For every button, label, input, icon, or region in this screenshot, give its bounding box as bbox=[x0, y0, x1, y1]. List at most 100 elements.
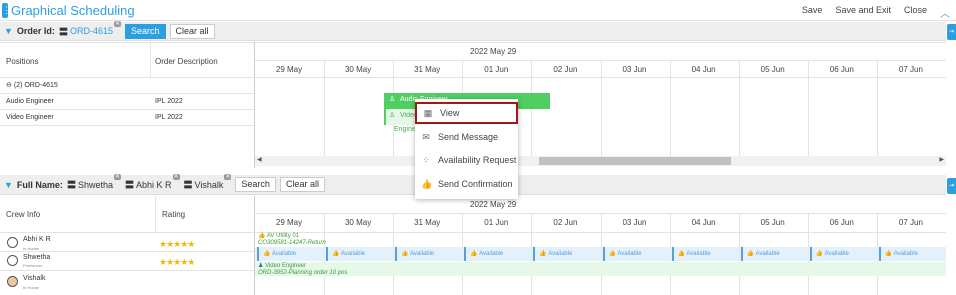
position-audio[interactable]: Audio Engineer bbox=[6, 98, 54, 105]
date-header-cell: 06 Jun bbox=[829, 65, 854, 74]
timeline-scrollbar[interactable]: ◀ ▶ bbox=[255, 156, 946, 166]
crew-name[interactable]: Vishalk bbox=[23, 275, 45, 282]
header-actions: Save Save and Exit Close ︿ bbox=[802, 5, 950, 20]
availability-cell[interactable]: 👍 Available bbox=[395, 247, 461, 261]
equals-icon: 〓 bbox=[183, 180, 193, 190]
collapse-chevron-icon[interactable]: ︿ bbox=[940, 5, 950, 20]
app-header: ⋮ Graphical Scheduling Save Save and Exi… bbox=[0, 0, 956, 21]
thumbs-up-icon: 👍 bbox=[539, 251, 549, 257]
app-menu-grip-icon[interactable]: ⋮ bbox=[2, 3, 11, 18]
chip-remove-icon[interactable]: ✕ bbox=[172, 174, 180, 180]
side-panel-toggle-icon[interactable]: ⇥ bbox=[947, 178, 956, 194]
thumbs-up-icon: 👍 bbox=[746, 251, 756, 257]
crew-name[interactable]: Abhi K R bbox=[23, 236, 51, 243]
order-clear-all-button[interactable]: Clear all bbox=[169, 23, 215, 39]
order-filter-bar: ▼ Order Id: 〓 ORD-4615 ✕ Search Clear al… bbox=[0, 20, 946, 41]
name-chip-vishalk[interactable]: 〓 Vishalk ✕ bbox=[183, 174, 232, 191]
save-button[interactable]: Save bbox=[802, 5, 823, 20]
close-button[interactable]: Close bbox=[904, 5, 927, 20]
menu-item-send-confirmation-label: Send Confirmation bbox=[438, 179, 513, 189]
order-id-chip[interactable]: 〓 ORD-4615 ✕ bbox=[59, 20, 121, 38]
rating-stars: ★★★★★ bbox=[159, 257, 195, 267]
menu-item-availability-request[interactable]: ⁘ Availability Request bbox=[415, 150, 518, 170]
avatar bbox=[7, 276, 18, 287]
assignment-row bbox=[255, 262, 946, 276]
crew-timeline-month: 2022 May 29 bbox=[470, 200, 517, 209]
position-video[interactable]: Video Engineer bbox=[6, 114, 54, 121]
menu-item-view[interactable]: ▦ View bbox=[415, 102, 518, 124]
date-header-cell: 04 Jun bbox=[691, 218, 716, 227]
thumbs-up-icon: 👍 bbox=[263, 251, 272, 257]
availability-label: Available bbox=[755, 251, 780, 257]
availability-label: Available bbox=[893, 251, 918, 257]
thumbs-up-icon: 👍 bbox=[815, 251, 825, 257]
day-gridline bbox=[600, 60, 602, 156]
availability-cell[interactable]: 👍 Available bbox=[257, 247, 323, 261]
assignment-video-engineer[interactable]: ♟ Video Engineer ORD-3952-Planning order… bbox=[258, 263, 347, 277]
crew-info-column-header: Crew Info bbox=[6, 210, 41, 219]
filter-funnel-icon: ▼ bbox=[4, 179, 13, 190]
availability-label: Available bbox=[479, 251, 504, 257]
availability-cell[interactable]: 👍 Available bbox=[740, 247, 807, 261]
order-search-button[interactable]: Search bbox=[124, 23, 166, 39]
date-header-cell: 07 Jun bbox=[898, 65, 923, 74]
crew-search-button[interactable]: Search bbox=[235, 177, 276, 192]
timeline-month: 2022 May 29 bbox=[470, 47, 517, 56]
assignment-title: 👍 AV Utility 01 bbox=[258, 233, 300, 239]
availability-label: Available bbox=[617, 251, 642, 257]
menu-item-view-label: View bbox=[440, 108, 460, 118]
scroll-right-icon[interactable]: ▶ bbox=[939, 156, 944, 163]
chip-remove-icon[interactable]: ✕ bbox=[113, 174, 121, 180]
chip-remove-icon[interactable]: ✕ bbox=[224, 174, 232, 180]
crew-clear-all-button[interactable]: Clear all bbox=[279, 177, 325, 192]
name-chip-abhi[interactable]: 〓 Abhi K R ✕ bbox=[124, 174, 180, 191]
thumbs-up-icon: 👍 bbox=[608, 251, 618, 257]
date-header-cell: 01 Jun bbox=[484, 218, 509, 227]
date-header-cell: 06 Jun bbox=[829, 218, 854, 227]
availability-cell[interactable]: 👍 Available bbox=[809, 247, 876, 261]
thumbs-up-icon: 👍 bbox=[401, 251, 410, 257]
availability-cell[interactable]: 👍 Available bbox=[878, 247, 945, 261]
thumbs-up-icon: 👍 bbox=[421, 178, 433, 189]
availability-cell[interactable]: 👍 Available bbox=[533, 247, 599, 261]
rating-stars: ★★★★★ bbox=[159, 239, 195, 249]
side-panel-toggle-icon[interactable]: ⇥ bbox=[947, 24, 956, 40]
context-menu: ▦ View ✉ Send Message ⁘ Availability Req… bbox=[415, 99, 518, 199]
avatar bbox=[7, 255, 18, 266]
date-header-cell: 04 Jun bbox=[691, 65, 716, 74]
equals-icon: 〓 bbox=[124, 180, 134, 190]
filter-funnel-icon: ▼ bbox=[4, 26, 13, 36]
assignment-subtitle: CO309581-14247-Return bbox=[258, 240, 326, 246]
availability-cell[interactable]: 👍 Available bbox=[602, 247, 669, 261]
availability-cell[interactable]: 👍 Available bbox=[671, 247, 738, 261]
date-header-cell: 02 Jun bbox=[553, 218, 578, 227]
collapse-circle-icon[interactable]: ⊖ bbox=[6, 82, 12, 89]
date-header-cell: 03 Jun bbox=[622, 65, 647, 74]
full-name-label: Full Name: bbox=[16, 179, 63, 190]
availability-label: Available bbox=[548, 251, 573, 257]
thumbs-up-icon: 👍 bbox=[258, 233, 266, 239]
app-title: Graphical Scheduling bbox=[11, 3, 135, 18]
availability-cell[interactable]: 👍 Available bbox=[464, 247, 530, 261]
user-outline-icon: ♙ bbox=[389, 112, 396, 119]
menu-item-send-message[interactable]: ✉ Send Message bbox=[415, 127, 518, 147]
availability-label: Available bbox=[686, 251, 711, 257]
user-icon: ♙ bbox=[389, 96, 396, 103]
date-header-cell: 01 Jun bbox=[484, 65, 509, 74]
assignment-av-utility[interactable]: 👍 AV Utility 01 CO309581-14247-Return bbox=[258, 233, 326, 247]
crew-name[interactable]: Shwetha bbox=[23, 254, 50, 261]
group-row[interactable]: ⊖ (2) ORD-4615 bbox=[6, 81, 58, 89]
scroll-left-icon[interactable]: ◀ bbox=[257, 156, 262, 163]
menu-item-availability-request-label: Availability Request bbox=[438, 155, 517, 165]
chip-remove-icon[interactable]: ✕ bbox=[113, 20, 121, 27]
availability-cell[interactable]: 👍 Available bbox=[326, 247, 392, 261]
day-gridline bbox=[669, 60, 671, 156]
name-chip-shwetha[interactable]: 〓 Shwetha ✕ bbox=[67, 174, 121, 191]
scrollbar-thumb[interactable] bbox=[539, 157, 731, 165]
day-gridline bbox=[876, 60, 878, 156]
group-row-label: (2) ORD-4615 bbox=[13, 82, 58, 89]
availability-label: Available bbox=[410, 251, 435, 257]
day-gridline bbox=[807, 60, 809, 156]
save-and-exit-button[interactable]: Save and Exit bbox=[835, 5, 891, 20]
menu-item-send-confirmation[interactable]: 👍 Send Confirmation bbox=[415, 174, 518, 194]
